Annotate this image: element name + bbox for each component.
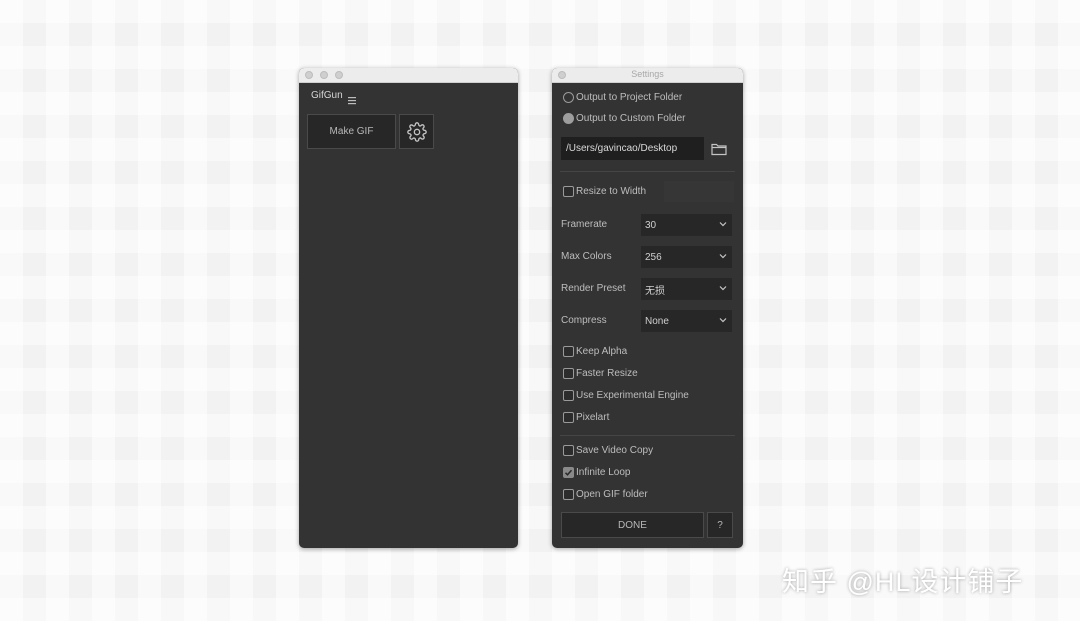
settings-titlebar[interactable]: Settings: [552, 68, 743, 83]
checkbox-infinite-loop[interactable]: [563, 467, 574, 478]
zoom-window-button[interactable]: [335, 71, 343, 79]
settings-button[interactable]: [399, 114, 434, 149]
render-preset-select[interactable]: 无损: [641, 278, 732, 300]
radio-output-project-folder[interactable]: [563, 92, 574, 103]
help-label: ?: [717, 519, 723, 531]
max-colors-value: 256: [645, 251, 662, 263]
output-path-field[interactable]: /Users/gavincao/Desktop: [561, 137, 704, 160]
label-faster-resize: Faster Resize: [576, 368, 638, 379]
help-button[interactable]: ?: [707, 512, 733, 538]
label-max-colors: Max Colors: [561, 251, 612, 262]
max-colors-select[interactable]: 256: [641, 246, 732, 268]
settings-window: Settings Output to Project Folder Output…: [552, 68, 743, 548]
compress-value: None: [645, 315, 669, 327]
radio-label-project-folder: Output to Project Folder: [576, 92, 683, 103]
framerate-value: 30: [645, 219, 657, 231]
label-infinite-loop: Infinite Loop: [576, 467, 631, 478]
checkbox-save-video-copy[interactable]: [563, 445, 574, 456]
label-keep-alpha: Keep Alpha: [576, 346, 628, 357]
checkbox-resize-to-width[interactable]: [563, 186, 574, 197]
label-open-gif-folder: Open GIF folder: [576, 489, 648, 500]
hamburger-menu-icon[interactable]: [348, 92, 357, 105]
render-preset-value: 无损: [645, 285, 665, 297]
radio-output-custom-folder[interactable]: [563, 113, 574, 124]
gifgun-window: GifGun Make GIF: [299, 68, 518, 548]
done-label: DONE: [618, 519, 647, 531]
done-button[interactable]: DONE: [561, 512, 704, 538]
label-pixelart: Pixelart: [576, 412, 610, 423]
settings-title: Settings: [631, 69, 664, 79]
label-framerate: Framerate: [561, 219, 608, 230]
label-experimental-engine: Use Experimental Engine: [576, 390, 689, 401]
radio-label-custom-folder: Output to Custom Folder: [576, 113, 686, 124]
label-render-preset: Render Preset: [561, 283, 626, 294]
close-window-button[interactable]: [305, 71, 313, 79]
label-save-video-copy: Save Video Copy: [576, 445, 654, 456]
divider-1: [560, 171, 735, 172]
make-gif-button[interactable]: Make GIF: [307, 114, 396, 149]
checkbox-open-gif-folder[interactable]: [563, 489, 574, 500]
compress-select[interactable]: None: [641, 310, 732, 332]
gifgun-titlebar[interactable]: [299, 68, 518, 83]
output-path-value: /Users/gavincao/Desktop: [566, 143, 678, 154]
divider-2: [560, 435, 735, 436]
checkmark-icon: [564, 469, 573, 476]
watermark: 知乎 @HL设计铺子: [782, 567, 1024, 597]
minimize-window-button[interactable]: [320, 71, 328, 79]
label-resize-to-width: Resize to Width: [576, 186, 647, 197]
chevron-down-icon: [719, 286, 727, 291]
framerate-select[interactable]: 30: [641, 214, 732, 236]
checkbox-faster-resize[interactable]: [563, 368, 574, 379]
make-gif-label: Make GIF: [329, 126, 374, 137]
folder-icon[interactable]: [711, 142, 727, 156]
gear-icon: [406, 121, 427, 142]
chevron-down-icon: [719, 254, 727, 259]
checkbox-pixelart[interactable]: [563, 412, 574, 423]
chevron-down-icon: [719, 222, 727, 227]
resize-width-input[interactable]: [664, 181, 734, 202]
checkbox-keep-alpha[interactable]: [563, 346, 574, 357]
label-compress: Compress: [561, 315, 607, 326]
chevron-down-icon: [719, 318, 727, 323]
checkbox-experimental-engine[interactable]: [563, 390, 574, 401]
app-title: GifGun: [311, 90, 343, 101]
